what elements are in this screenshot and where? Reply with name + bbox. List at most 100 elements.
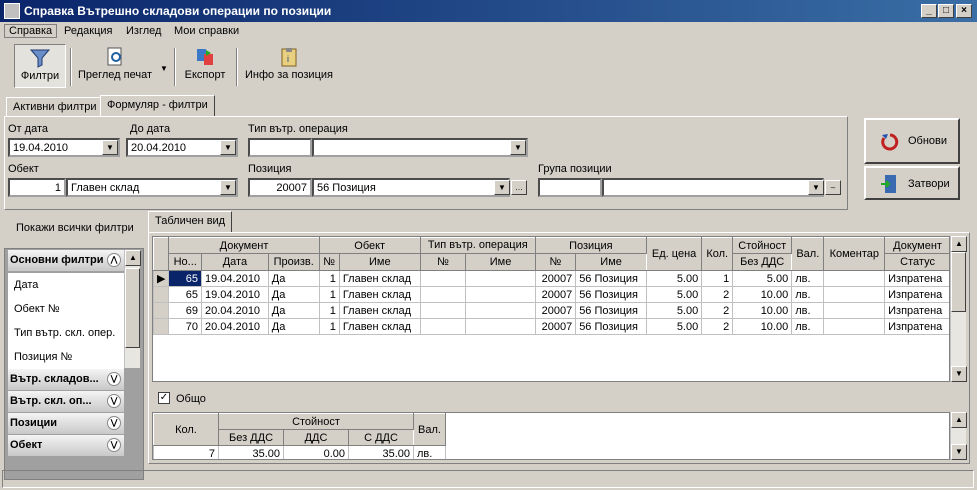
col-no-vat[interactable]: Без ДДС xyxy=(732,253,793,271)
tab-table-view[interactable]: Табличен вид xyxy=(148,211,233,233)
table-cell[interactable]: 20007 xyxy=(534,318,577,335)
table-cell[interactable]: Главен склад xyxy=(338,302,421,319)
table-cell[interactable]: 69 xyxy=(168,302,202,319)
table-cell[interactable]: 65 xyxy=(168,286,202,303)
table-cell[interactable]: Изпратена xyxy=(884,270,949,287)
table-cell[interactable]: 2 xyxy=(701,302,734,319)
row-indicator[interactable]: ▶ xyxy=(153,270,170,287)
totals-col-qty[interactable]: Кол. xyxy=(153,413,219,446)
filter-item-object-no[interactable]: Обект № xyxy=(8,297,124,321)
table-cell[interactable]: Главен склад xyxy=(338,318,421,335)
print-preview-button[interactable]: Преглед печат xyxy=(74,44,156,88)
table-cell[interactable]: лв. xyxy=(791,318,825,335)
refresh-button[interactable]: Обнови xyxy=(864,118,960,164)
col-unit-price[interactable]: Ед. цена xyxy=(645,237,703,271)
chevron-up-icon[interactable]: ⋀ xyxy=(107,253,121,267)
filter-item-op-type[interactable]: Тип вътр. скл. опер. xyxy=(8,321,124,345)
table-cell[interactable]: 20007 xyxy=(534,286,577,303)
tab-active-filters[interactable]: Активни филтри xyxy=(6,97,104,117)
scroll-thumb[interactable] xyxy=(125,268,140,348)
position-lookup-button[interactable]: … xyxy=(511,180,527,195)
from-date-dropdown-icon[interactable]: ▼ xyxy=(102,140,118,155)
scroll-up-icon[interactable]: ▲ xyxy=(125,250,141,266)
section-object[interactable]: Обект ⋁ xyxy=(8,435,124,457)
group-name-field[interactable] xyxy=(602,178,824,197)
table-cell[interactable]: 5.00 xyxy=(645,270,703,287)
totals-col-value[interactable]: Стойност xyxy=(218,413,414,430)
maximize-button[interactable]: □ xyxy=(938,4,954,18)
col-obj-name[interactable]: Име xyxy=(338,253,421,271)
sidebar-scrollbar[interactable]: ▲ xyxy=(124,250,141,368)
col-doc-status-top[interactable]: Документ xyxy=(884,237,949,254)
table-cell[interactable]: Главен склад xyxy=(338,286,421,303)
op-type-dropdown-icon[interactable]: ▼ xyxy=(510,140,526,155)
table-cell[interactable]: Изпратена xyxy=(884,286,949,303)
col-pos-name[interactable]: Име xyxy=(575,253,647,271)
table-cell[interactable]: 1 xyxy=(318,286,340,303)
col-object[interactable]: Обект xyxy=(318,237,421,254)
table-cell[interactable] xyxy=(823,302,886,319)
row-indicator[interactable] xyxy=(153,318,170,335)
totals-scrollbar[interactable]: ▲ ▼ xyxy=(950,412,967,460)
position-no-field[interactable]: 20007 xyxy=(248,178,312,197)
table-row[interactable]: 65 19.04.2010 Да 1 Главен склад 20007 56 Позиц… xyxy=(153,286,949,303)
table-cell[interactable]: 2 xyxy=(701,318,734,335)
menu-view[interactable]: Изглед xyxy=(122,25,165,37)
table-cell[interactable] xyxy=(823,270,886,287)
table-cell[interactable]: 65 xyxy=(168,270,202,287)
table-cell[interactable]: 56 Позиция xyxy=(575,270,647,287)
table-cell[interactable]: 2 xyxy=(701,286,734,303)
table-cell[interactable]: 5.00 xyxy=(645,318,703,335)
section-main-filters[interactable]: Основни филтри ⋀ xyxy=(8,250,124,272)
scroll-up-icon[interactable]: ▲ xyxy=(951,412,967,428)
table-cell[interactable]: Да xyxy=(267,286,320,303)
col-op-name[interactable]: Име xyxy=(465,253,536,271)
object-name-field[interactable]: Главен склад xyxy=(66,178,238,197)
show-all-filters-link[interactable]: Покажи всички филтри xyxy=(16,222,134,234)
totals-col-no-vat[interactable]: Без ДДС xyxy=(218,429,284,446)
scroll-down-icon[interactable]: ▼ xyxy=(951,366,967,382)
col-doc-no[interactable]: Но... xyxy=(168,253,202,271)
col-document[interactable]: Документ xyxy=(168,237,320,254)
object-dropdown-icon[interactable]: ▼ xyxy=(220,180,236,195)
table-cell[interactable]: Главен склад xyxy=(338,270,421,287)
table-cell[interactable]: 5.00 xyxy=(645,302,703,319)
table-cell[interactable]: лв. xyxy=(791,286,825,303)
table-cell[interactable] xyxy=(465,286,536,303)
col-date[interactable]: Дата xyxy=(201,253,269,271)
table-cell[interactable]: 56 Позиция xyxy=(575,318,647,335)
chevron-down-icon[interactable]: ⋁ xyxy=(107,416,121,430)
table-cell[interactable]: 56 Позиция xyxy=(575,286,647,303)
col-position[interactable]: Позиция xyxy=(534,237,647,254)
col-op-no[interactable]: № xyxy=(419,253,467,271)
close-window-button[interactable]: × xyxy=(956,4,972,18)
table-cell[interactable]: 1 xyxy=(701,270,734,287)
scroll-thumb[interactable] xyxy=(951,252,966,312)
table-cell[interactable]: 1 xyxy=(318,302,340,319)
table-cell[interactable] xyxy=(419,318,467,335)
table-cell[interactable] xyxy=(465,318,536,335)
menu-edit[interactable]: Редакция xyxy=(60,25,116,37)
tab-form-filters[interactable]: Формуляр - филтри xyxy=(100,95,215,117)
col-pos-no[interactable]: № xyxy=(534,253,577,271)
table-cell[interactable]: 56 Позиция xyxy=(575,302,647,319)
group-code-field[interactable] xyxy=(538,178,602,197)
table-cell[interactable] xyxy=(419,286,467,303)
table-cell[interactable]: 10.00 xyxy=(732,302,793,319)
table-row[interactable]: ▶ 65 19.04.2010 Да 1 Главен склад 20007 56 Пози… xyxy=(153,270,949,287)
menu-my-reports[interactable]: Мои справки xyxy=(170,25,243,37)
filter-item-position-no[interactable]: Позиция № xyxy=(8,345,124,369)
totals-col-currency[interactable]: Вал. xyxy=(413,413,446,446)
table-cell[interactable]: 20007 xyxy=(534,270,577,287)
col-currency[interactable]: Вал. xyxy=(791,237,825,271)
export-button[interactable]: Експорт xyxy=(180,44,230,88)
table-cell[interactable] xyxy=(419,302,467,319)
chevron-down-icon[interactable]: ⋁ xyxy=(107,394,121,408)
position-dropdown-icon[interactable]: ▼ xyxy=(494,180,510,195)
scroll-down-icon[interactable]: ▼ xyxy=(951,444,967,460)
table-cell[interactable]: Да xyxy=(267,318,320,335)
table-cell[interactable]: Изпратена xyxy=(884,318,949,335)
col-value[interactable]: Стойност xyxy=(732,237,793,254)
row-indicator[interactable] xyxy=(153,286,170,303)
close-button[interactable]: Затвори xyxy=(864,166,960,200)
